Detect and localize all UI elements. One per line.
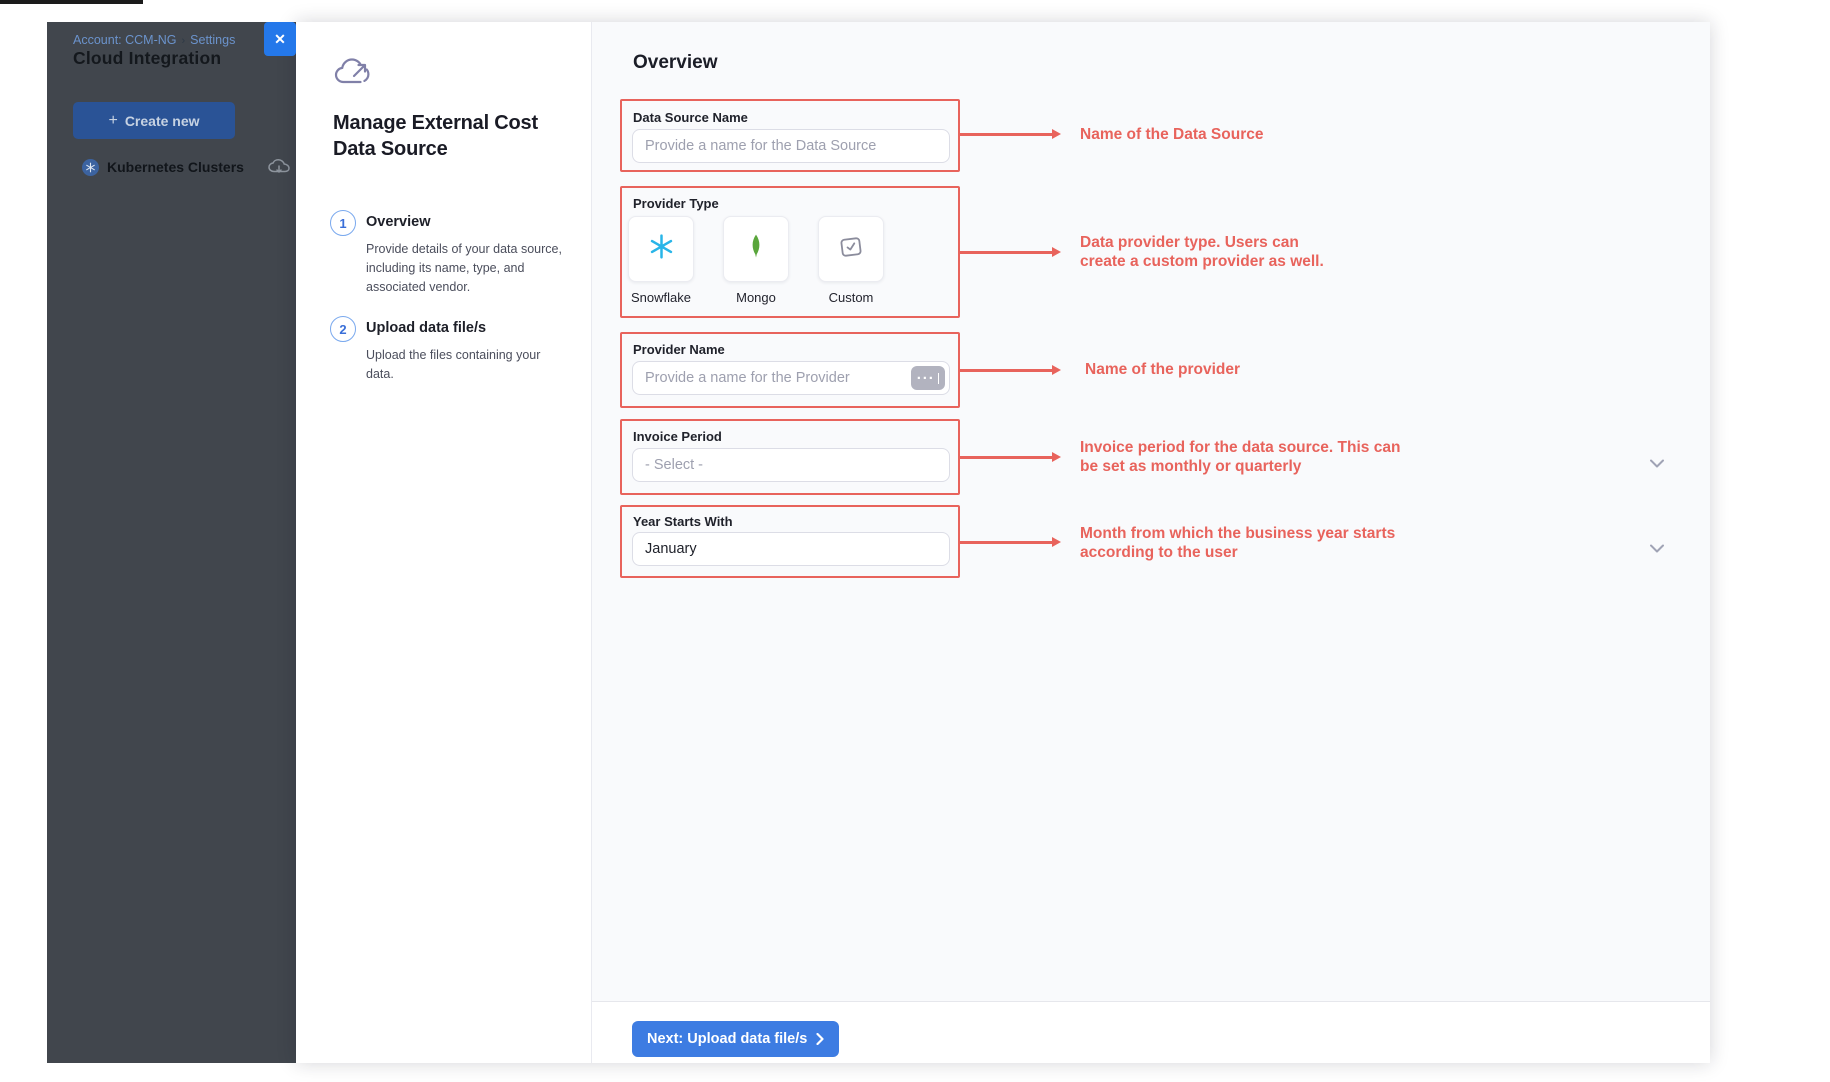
step-2-label: Upload data file/s [366, 320, 486, 336]
annotation-arrowhead [1052, 452, 1061, 462]
provider-card-snowflake[interactable] [628, 216, 694, 282]
provider-card-mongo[interactable] [723, 216, 789, 282]
cloud-upload-icon [333, 55, 373, 94]
annotation-arrowhead [1052, 365, 1061, 375]
breadcrumb-account-link[interactable]: Account: CCM-NG [73, 33, 177, 47]
autofill-ellipsis-icon[interactable]: ··· [911, 366, 945, 390]
chevron-down-icon[interactable] [1650, 455, 1664, 473]
year-starts-with-select[interactable] [632, 532, 950, 566]
annotation-note-data-source-name: Name of the Data Source [1080, 125, 1360, 144]
custom-note-icon [837, 233, 865, 266]
mongo-leaf-icon [745, 233, 767, 265]
step-1-label: Overview [366, 214, 431, 230]
cloud-accounts-icon [268, 159, 290, 176]
step-2-description: Upload the files containing your data. [366, 346, 566, 384]
annotation-arrow [960, 541, 1052, 544]
tab-kubernetes-clusters[interactable]: Kubernetes Clusters [107, 159, 244, 175]
annotation-note-year-starts-with: Month from which the business year start… [1080, 524, 1440, 563]
breadcrumb-separator: › [182, 35, 186, 47]
step-1-number: 1 [339, 216, 346, 231]
annotation-note-provider-name: Name of the provider [1085, 360, 1365, 379]
snowflake-icon [648, 233, 675, 265]
cursor-bar [938, 373, 940, 384]
provider-type-label: Provider Type [633, 196, 719, 211]
next-button-label: Next: Upload data file/s [647, 1031, 807, 1047]
drawer-close-button[interactable]: ✕ [264, 22, 296, 56]
data-source-name-input[interactable] [632, 129, 950, 163]
annotation-arrow [960, 456, 1052, 459]
provider-label-snowflake: Snowflake [616, 290, 706, 305]
plus-icon: + [108, 112, 117, 130]
data-source-name-label: Data Source Name [633, 110, 748, 125]
step-1-description: Provide details of your data source, inc… [366, 240, 566, 296]
annotation-arrowhead [1052, 537, 1061, 547]
annotation-arrowhead [1052, 129, 1061, 139]
breadcrumb: Account: CCM-NG › Settings [73, 33, 235, 47]
provider-label-custom: Custom [806, 290, 896, 305]
chevron-down-icon[interactable] [1650, 540, 1664, 558]
manage-datasource-drawer: Manage External Cost Data Source 1 Overv… [296, 22, 1710, 1063]
provider-name-label: Provider Name [633, 342, 725, 357]
form-heading: Overview [633, 52, 718, 74]
annotation-note-invoice-period: Invoice period for the data source. This… [1080, 438, 1440, 477]
breadcrumb-settings-link[interactable]: Settings [190, 33, 235, 47]
annotation-arrow [960, 369, 1052, 372]
provider-name-input[interactable] [632, 361, 950, 395]
annotation-arrowhead [1052, 247, 1061, 257]
next-upload-button[interactable]: Next: Upload data file/s [632, 1021, 839, 1057]
chevron-right-icon [816, 1033, 824, 1045]
invoice-period-label: Invoice Period [633, 429, 722, 444]
step-2-indicator: 2 [330, 316, 356, 342]
annotation-arrow [960, 251, 1052, 254]
invoice-period-select[interactable] [632, 448, 950, 482]
year-starts-with-label: Year Starts With [633, 514, 733, 529]
annotation-note-provider-type: Data provider type. Users cancreate a cu… [1080, 233, 1370, 272]
create-new-label: Create new [125, 113, 200, 129]
screen: Account: CCM-NG › Settings Cloud Integrati… [0, 0, 1830, 1082]
step-1-indicator: 1 [330, 210, 356, 236]
provider-card-custom[interactable] [818, 216, 884, 282]
close-icon: ✕ [274, 31, 286, 48]
create-new-button[interactable]: + Create new [73, 102, 235, 139]
page-title: Cloud Integration [73, 48, 221, 69]
kubernetes-icon [82, 159, 99, 176]
provider-label-mongo: Mongo [711, 290, 801, 305]
drawer-step-sidebar: Manage External Cost Data Source 1 Overv… [296, 22, 592, 1063]
ellipsis-dots: ··· [917, 370, 935, 387]
browser-chrome-strip [0, 0, 143, 4]
step-2-number: 2 [339, 322, 346, 337]
integration-tabs: Kubernetes Clusters C [82, 155, 296, 179]
drawer-title: Manage External Cost Data Source [333, 110, 553, 162]
background-page-dimmed: Account: CCM-NG › Settings Cloud Integrati… [47, 22, 296, 1063]
annotation-arrow [960, 133, 1052, 136]
